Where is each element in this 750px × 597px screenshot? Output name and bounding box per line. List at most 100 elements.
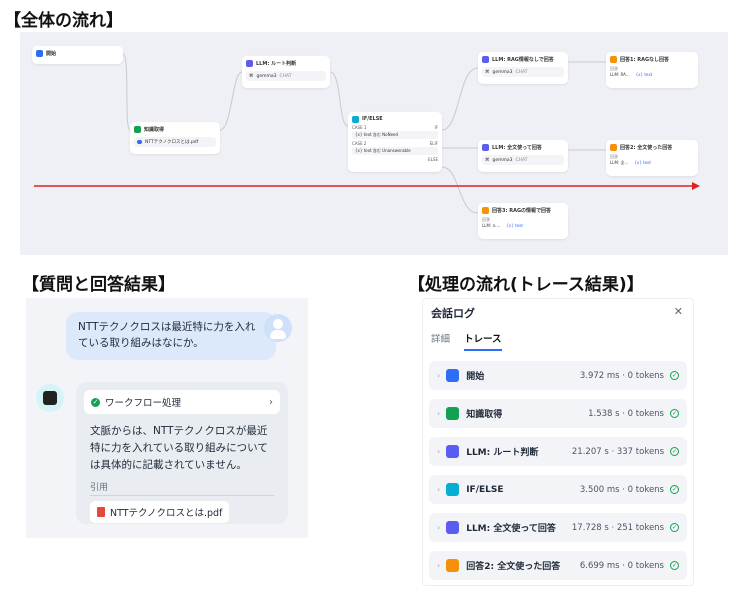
node-llm-full-label: LLM: 全文使って回答	[492, 144, 542, 151]
answer-icon	[610, 55, 617, 63]
chevron-right-icon: ›	[437, 523, 441, 532]
check-circle-icon: ✓	[670, 409, 679, 418]
heading-overall-flow: 【全体の流れ】	[4, 11, 123, 31]
chevron-right-icon: ›	[437, 485, 441, 494]
node-llm-norag-badge: CHAT	[515, 69, 528, 75]
trace-row-metric: 3.500 ms · 0 tokens	[579, 484, 664, 495]
node-ans2[interactable]: 回答2: 全文使った回答 回答 LLM: 全... {x} text	[606, 140, 698, 176]
home-icon	[36, 49, 43, 57]
node-ans1-var: {x} text	[635, 72, 653, 77]
trace-row[interactable]: › 開始 3.972 ms · 0 tokens ✓	[429, 361, 687, 390]
node-ans1-ref: LLM: RA...	[610, 72, 630, 77]
citation-file-name: NTTテクノクロスとは.pdf	[110, 508, 223, 519]
trace-row[interactable]: › 知識取得 1.538 s · 0 tokens ✓	[429, 399, 687, 428]
node-ans1-label: 回答1: RAGなし回答	[620, 56, 670, 63]
node-ans3-ref: LLM: ル...	[482, 223, 501, 228]
case2-condition: {x} text 含む Unanswerable	[352, 147, 438, 155]
node-route[interactable]: LLM: ルート判断 ⌘ gemma3 CHAT	[242, 56, 330, 88]
node-ifelse[interactable]: IF/ELSE CASE 1 IF {x} text 含む NoNeed CASE…	[348, 112, 442, 172]
node-type-icon	[446, 559, 460, 572]
trace-row[interactable]: › IF/ELSE 3.500 ms · 0 tokens ✓	[429, 475, 687, 504]
model-icon: ⌘	[249, 73, 254, 79]
chevron-right-icon: ›	[437, 409, 441, 418]
node-llm-norag-model: gemma3	[492, 69, 513, 75]
trace-row-name: LLM: 全文使って回答	[466, 524, 556, 534]
trace-row[interactable]: › LLM: ルート判断 21.207 s · 337 tokens ✓	[429, 437, 687, 466]
node-route-label: LLM: ルート判断	[256, 60, 297, 67]
folder-icon	[137, 140, 142, 144]
flow-arrow-head	[692, 182, 700, 190]
node-knowledge[interactable]: 知識取得 NTTテクノクロスとは.pdf	[130, 122, 220, 154]
chevron-right-icon: ›	[437, 447, 441, 456]
check-circle-icon: ✓	[670, 485, 679, 494]
trace-panel: 会話ログ ✕ 詳細 トレース › 開始 3.972 ms · 0 tokens ✓ › 知…	[422, 298, 694, 586]
node-ans3[interactable]: 回答3: RAGの情報で回答 回答 LLM: ル... {x} text	[478, 203, 568, 239]
node-route-model: gemma3	[256, 73, 277, 79]
check-circle-icon: ✓	[670, 523, 679, 532]
llm-icon	[482, 55, 489, 63]
node-llm-full-badge: CHAT	[515, 157, 528, 163]
case1-condition: {x} text 含む NoNeed	[352, 131, 438, 139]
node-ans2-ref: LLM: 全...	[610, 160, 629, 165]
book-icon	[134, 125, 141, 133]
answer-icon	[482, 206, 489, 214]
citation-label: 引用	[90, 480, 274, 496]
node-ans1[interactable]: 回答1: RAGなし回答 回答 LLM: RA... {x} text	[606, 52, 698, 88]
node-start[interactable]: 開始	[32, 46, 123, 64]
bot-avatar	[36, 384, 64, 412]
workflow-process-toggle[interactable]: ✓ ワークフロー処理 ›	[84, 390, 280, 414]
node-llm-norag[interactable]: LLM: RAG情報なしで回答 ⌘ gemma3 CHAT	[478, 52, 568, 84]
llm-icon	[246, 59, 253, 67]
tab-trace[interactable]: トレース	[464, 331, 502, 351]
case1-port: IF	[434, 125, 438, 130]
trace-row-metric: 17.728 s · 251 tokens	[571, 522, 664, 533]
bot-icon	[43, 391, 57, 405]
node-knowledge-label: 知識取得	[144, 126, 165, 133]
llm-icon	[482, 143, 489, 151]
chevron-right-icon: ›	[437, 371, 441, 380]
workflow-canvas[interactable]: 開始 知識取得 NTTテクノクロスとは.pdf LLM: ルート判断 ⌘ gemm…	[20, 32, 728, 255]
node-llm-full[interactable]: LLM: 全文使って回答 ⌘ gemma3 CHAT	[478, 140, 568, 172]
user-message: NTTテクノクロスは最近特に力を入れている取り組みはなにか。	[66, 312, 276, 360]
heading-trace-result: 【処理の流れ(トレース結果)】	[408, 275, 644, 295]
node-ans2-label: 回答2: 全文使った回答	[620, 144, 673, 151]
node-llm-full-model: gemma3	[492, 157, 513, 163]
case2-label: CASE 2	[352, 141, 367, 146]
else-port: ELSE	[428, 157, 438, 162]
citation-chip[interactable]: NTTテクノクロスとは.pdf	[90, 501, 230, 523]
chat-panel: NTTテクノクロスは最近特に力を入れている取り組みはなにか。 ✓ ワークフロー処…	[26, 298, 308, 538]
tab-detail[interactable]: 詳細	[431, 331, 450, 351]
chevron-right-icon: ›	[269, 396, 273, 408]
trace-row[interactable]: › 回答2: 全文使った回答 6.699 ms · 0 tokens ✓	[429, 551, 687, 580]
node-ifelse-label: IF/ELSE	[362, 116, 383, 122]
check-circle-icon: ✓	[670, 447, 679, 456]
workflow-process-label: ワークフロー処理	[105, 398, 182, 409]
model-icon: ⌘	[485, 69, 490, 75]
pdf-icon	[97, 507, 105, 517]
branch-icon	[352, 115, 359, 123]
answer-icon	[610, 143, 617, 151]
bot-message: ✓ ワークフロー処理 › 文脈からは、NTTテクノクロスが最近特に力を入れている…	[76, 382, 288, 524]
case2-port: ELIF	[429, 141, 438, 146]
trace-row-name: 回答2: 全文使った回答	[466, 562, 561, 572]
trace-row-name: LLM: ルート判断	[466, 448, 539, 458]
node-knowledge-file: NTTテクノクロスとは.pdf	[145, 140, 199, 145]
close-icon[interactable]: ✕	[674, 305, 683, 318]
check-circle-icon: ✓	[91, 397, 100, 407]
trace-row-metric: 3.972 ms · 0 tokens	[579, 370, 664, 381]
trace-row-name: IF/ELSE	[466, 484, 504, 495]
bot-answer-text: 文脈からは、NTTテクノクロスが最近特に力を入れている取り組みについては具体的に…	[90, 425, 268, 471]
chevron-right-icon: ›	[437, 561, 441, 570]
check-circle-icon: ✓	[670, 561, 679, 570]
model-icon: ⌘	[485, 157, 490, 163]
trace-row[interactable]: › LLM: 全文使って回答 17.728 s · 251 tokens ✓	[429, 513, 687, 542]
check-circle-icon: ✓	[670, 371, 679, 380]
trace-row-metric: 6.699 ms · 0 tokens	[579, 560, 664, 571]
node-start-label: 開始	[46, 50, 57, 57]
node-ans3-label: 回答3: RAGの情報で回答	[492, 207, 552, 214]
heading-qa-result: 【質問と回答結果】	[22, 275, 175, 295]
trace-title: 会話ログ	[431, 307, 475, 320]
trace-row-name: 知識取得	[466, 410, 503, 420]
node-route-badge: CHAT	[279, 73, 292, 79]
node-llm-norag-label: LLM: RAG情報なしで回答	[492, 56, 554, 63]
